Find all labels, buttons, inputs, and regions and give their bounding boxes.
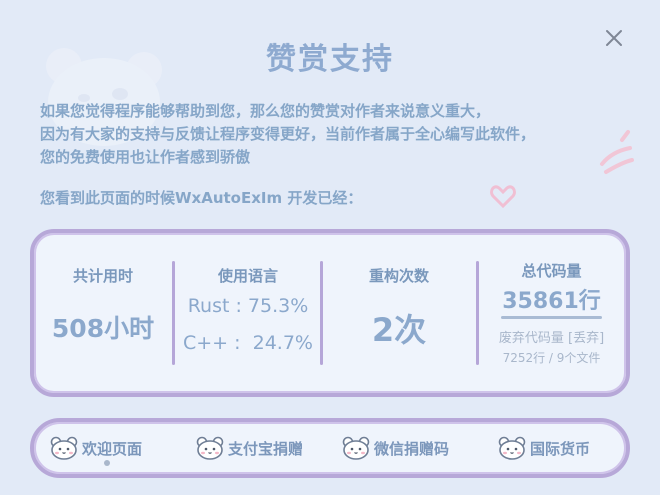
tab-welcome[interactable]: 欢迎页面 [50,422,142,474]
bear-icon [498,436,526,460]
bear-icon [342,436,370,460]
stat-value: 35861行 [502,289,601,314]
tab-label: 国际货币 [530,439,591,458]
discarded-value: 7252行 / 9个文件 [502,351,601,365]
decoration-icon [600,130,634,174]
tab-label: 微信捐赠码 [374,439,450,458]
description-line: 因为有大家的支持与反馈让程序变得更好，当前作者属于全心编写此软件， [40,125,536,143]
language-rust: Rust : 75.3% [187,295,309,317]
underline [501,316,602,319]
tab-label: 欢迎页面 [82,439,143,458]
stat-languages: 使用语言 Rust : 75.3% C++ : 24.7% [175,233,321,393]
tab-wechat[interactable]: 微信捐赠码 [342,422,449,474]
stat-value: 508小时 [51,314,155,343]
stat-label: 使用语言 [217,267,278,285]
stat-label: 重构次数 [368,267,429,285]
tab-label: 支付宝捐赠 [228,439,304,458]
language-cpp: C++ : 24.7% [183,332,313,354]
development-since-text: 您看到此页面的时候WxAutoExIm 开发已经： [40,189,363,207]
stat-value: 2次 [371,311,427,349]
tab-international[interactable]: 国际货币 [498,422,590,474]
stat-label: 共计用时 [72,267,133,285]
active-tab-indicator [104,460,110,466]
description-line: 您的免费使用也让作者感到骄傲 [40,148,251,166]
stat-label: 总代码量 [521,262,582,280]
stats-card: 共计用时 508小时 使用语言 Rust : 75.3% C++ : 24.7%… [30,229,630,397]
bear-icon [50,436,78,460]
heart-icon [490,185,516,208]
description: 如果您觉得程序能够帮助到您，那么您的赞赏对作者来说意义重大， 因为有大家的支持与… [40,100,600,169]
dialog-title: 赞赏支持 [266,42,394,77]
stat-total-time: 共计用时 508小时 [34,233,172,393]
discarded-label: 废弃代码量 [丢弃] [498,331,605,346]
stat-code: 总代码量 35861行 废弃代码量 [丢弃] 7252行 / 9个文件 [479,233,624,393]
tab-bar: 欢迎页面 支付宝捐赠 微信捐赠码 国际货币 [30,418,630,478]
tab-alipay[interactable]: 支付宝捐赠 [196,422,303,474]
description-line: 如果您觉得程序能够帮助到您，那么您的赞赏对作者来说意义重大， [40,102,491,120]
stat-refactor: 重构次数 2次 [323,233,475,393]
bear-icon [196,436,224,460]
